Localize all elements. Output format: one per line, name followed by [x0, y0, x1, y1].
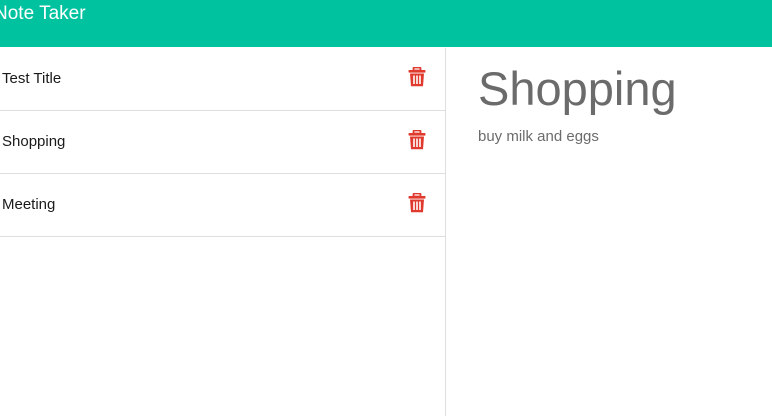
note-list-item[interactable]: Shopping	[0, 111, 445, 174]
app-title[interactable]: Note Taker	[0, 3, 86, 25]
note-list-item[interactable]: Meeting	[0, 174, 445, 237]
note-detail: Shopping buy milk and eggs	[446, 48, 772, 416]
trash-icon[interactable]	[408, 66, 426, 87]
note-list-item-title: Meeting	[2, 196, 56, 213]
navbar: Note Taker	[0, 0, 772, 47]
note-list-item-title: Shopping	[2, 133, 66, 150]
note-list: Test Title Shopping Meeting	[0, 48, 446, 416]
note-title[interactable]: Shopping	[478, 61, 677, 117]
trash-icon[interactable]	[408, 192, 426, 213]
trash-icon[interactable]	[408, 129, 426, 150]
note-text[interactable]: buy milk and eggs	[478, 128, 599, 146]
note-list-item[interactable]: Test Title	[0, 48, 445, 111]
note-list-item-title: Test Title	[2, 70, 62, 87]
